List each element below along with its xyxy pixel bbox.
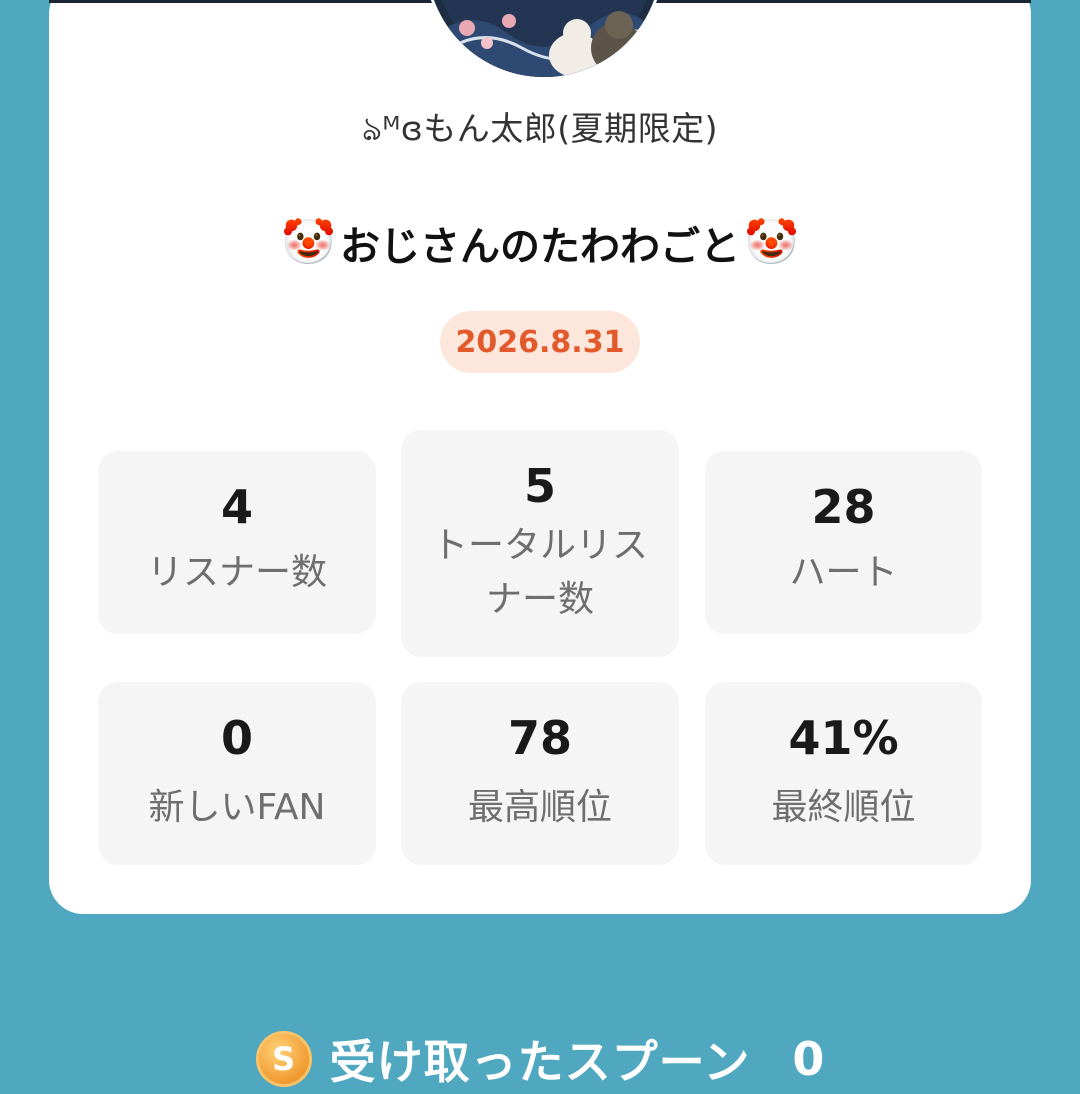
clown-face-icon: 🤡 <box>744 217 799 268</box>
stat-label: トータルリス ナー数 <box>431 525 648 620</box>
stat-card-total-listeners: 5 トータルリス ナー数 <box>401 430 679 657</box>
stat-card-final-rank: 41% 最終順位 <box>705 682 982 865</box>
stat-value: 41% <box>788 711 899 765</box>
stat-label: 新しいFAN <box>148 787 326 828</box>
stat-label: 最終順位 <box>771 787 916 828</box>
spoon-received-label: 受け取ったスプーン <box>329 1035 751 1089</box>
cover-image-strip <box>641 0 1031 3</box>
stat-label: リスナー数 <box>146 552 327 593</box>
broadcast-title-text: おじさんのたわわごと <box>340 224 740 270</box>
stat-value: 78 <box>507 711 572 765</box>
stat-value: 0 <box>220 711 253 765</box>
spoon-coin-icon: S <box>255 1031 312 1087</box>
spoon-received-row: S 受け取ったスプーン 0 <box>0 1024 1080 1094</box>
stat-label: ハート <box>789 552 898 593</box>
stat-card-new-fans: 0 新しいFAN <box>98 682 376 865</box>
stat-card-hearts: 28 ハート <box>705 451 982 634</box>
broadcast-title: 🤡 おじさんのたわわごと 🤡 <box>0 214 1080 272</box>
spoon-received-value: 0 <box>792 1032 825 1086</box>
stat-card-highest-rank: 78 最高順位 <box>401 682 679 865</box>
stat-value: 28 <box>811 480 876 534</box>
username: ঌᴹɞもん太郎(夏期限定) <box>362 109 718 148</box>
stat-label: 最高順位 <box>467 787 612 828</box>
stat-value: 5 <box>523 459 556 513</box>
date-badge: 2026.8.31 <box>440 311 640 373</box>
stat-card-listeners: 4 リスナー数 <box>98 451 376 634</box>
clown-face-icon: 🤡 <box>281 217 336 268</box>
stat-value: 4 <box>220 480 253 534</box>
cover-image-strip <box>49 0 441 3</box>
